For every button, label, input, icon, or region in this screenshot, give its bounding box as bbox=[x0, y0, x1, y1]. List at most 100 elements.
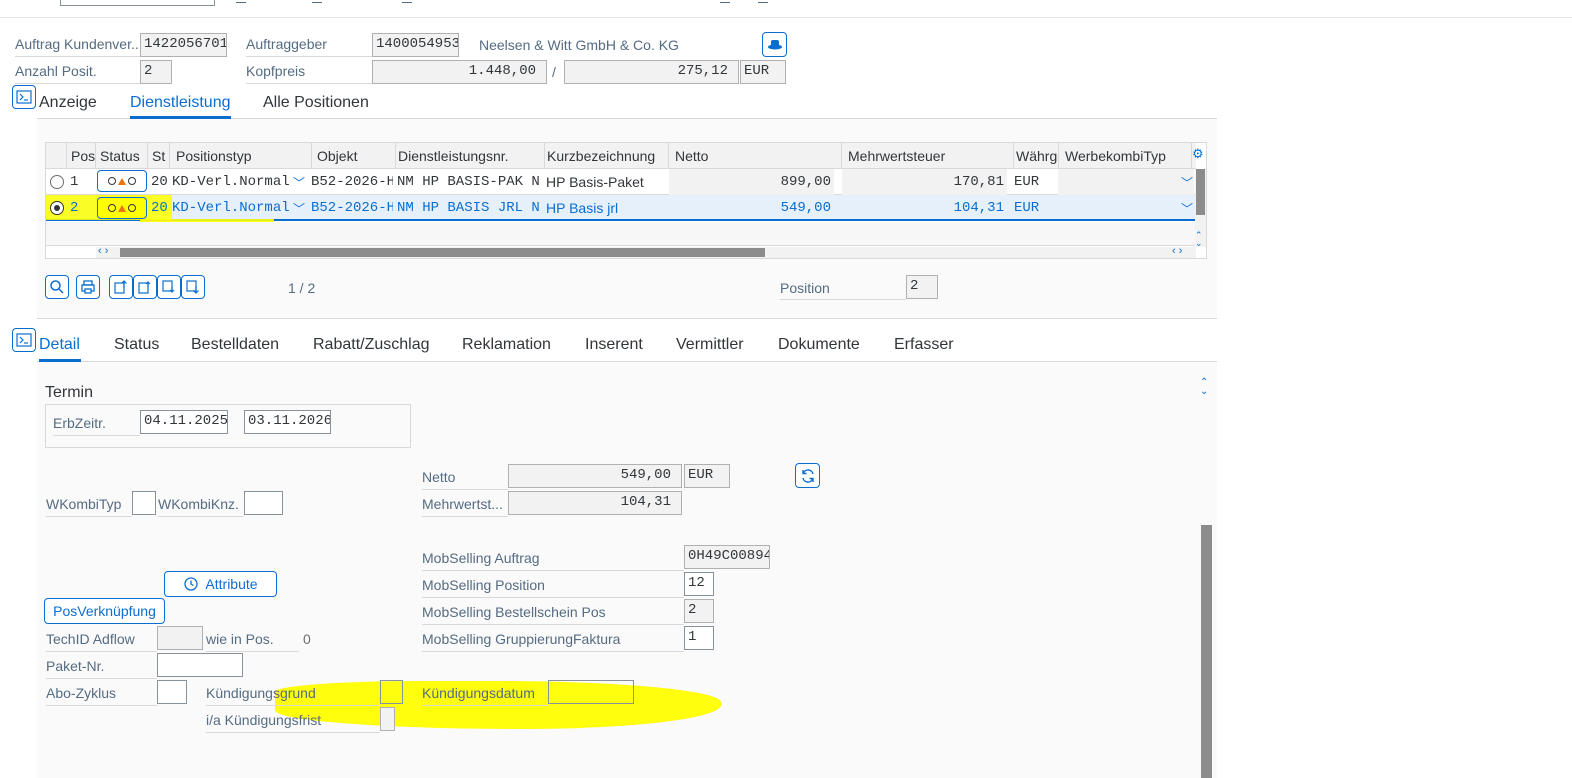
erbzeitr-to-field[interactable]: 03.11.2026 bbox=[244, 410, 331, 434]
page-indicator: 1 / 2 bbox=[288, 280, 316, 296]
tab-dienstleistung[interactable]: Dienstleistung bbox=[130, 94, 231, 112]
mob-bestell-field[interactable]: 2 bbox=[684, 599, 714, 623]
tab-reklamation[interactable]: Reklamation bbox=[462, 336, 551, 354]
chevron-down-icon[interactable]: ﹀ bbox=[1181, 174, 1193, 191]
scrollbar-thumb[interactable] bbox=[120, 248, 765, 257]
abo-field[interactable] bbox=[157, 680, 187, 704]
horizontal-scrollbar[interactable]: ‹ › ‹ › bbox=[96, 245, 1196, 258]
kuendigungsgrund-label: Kündigungsgrund bbox=[206, 685, 380, 706]
detail-scrollbar[interactable] bbox=[1201, 525, 1212, 778]
tab-detail[interactable]: Detail bbox=[39, 336, 80, 354]
col-dienstleistungsnr[interactable]: Dienstleistungsnr. bbox=[394, 143, 545, 169]
vertical-scrollbar[interactable]: ⌃ ⌄ bbox=[1195, 169, 1206, 248]
toolbar-icon[interactable] bbox=[402, 0, 412, 3]
print-button[interactable] bbox=[76, 275, 100, 299]
row2-mwst: 104,31 bbox=[953, 200, 1004, 216]
tab-status[interactable]: Status bbox=[114, 336, 159, 354]
col-kurzbezeichnung[interactable]: Kurzbezeichnung bbox=[543, 143, 669, 169]
tab-erfasser[interactable]: Erfasser bbox=[894, 336, 954, 354]
status-icon-button[interactable] bbox=[97, 170, 147, 192]
row2-positionstyp[interactable]: KD-Verl.Normal bbox=[169, 195, 294, 221]
wkombiknz-field[interactable] bbox=[244, 491, 283, 515]
person-hat-icon bbox=[767, 39, 782, 49]
command-field[interactable] bbox=[60, 0, 215, 6]
col-netto[interactable]: Netto bbox=[671, 143, 842, 169]
techid-field[interactable] bbox=[157, 626, 203, 650]
auftraggeber-field[interactable]: 1400054953 bbox=[372, 33, 459, 57]
mwst-field[interactable]: 104,31 bbox=[508, 491, 682, 515]
col-mehrwertsteuer[interactable]: Mehrwertsteuer bbox=[844, 143, 1014, 169]
netto-currency-field[interactable]: EUR bbox=[684, 464, 730, 488]
row2-netto: 549,00 bbox=[780, 200, 831, 216]
row1-positionstyp[interactable]: KD-Verl.Normal bbox=[169, 169, 294, 195]
netto-field[interactable]: 549,00 bbox=[508, 464, 682, 488]
kuendigungsdatum-field[interactable] bbox=[548, 680, 634, 704]
col-positionstyp[interactable]: Positionstyp bbox=[172, 143, 312, 169]
magnifier-icon bbox=[50, 280, 64, 294]
scroll-left-icon[interactable]: ‹ › bbox=[98, 245, 108, 257]
tab-dokumente[interactable]: Dokumente bbox=[778, 336, 860, 354]
status-icon-button[interactable] bbox=[97, 197, 147, 219]
page-first-icon bbox=[114, 280, 127, 294]
paket-field[interactable] bbox=[157, 653, 243, 677]
scroll-right-icon[interactable]: ‹ › bbox=[1172, 245, 1182, 257]
posverknuepfung-button[interactable]: PosVerknüpfung bbox=[44, 598, 165, 624]
currency-field[interactable]: EUR bbox=[740, 60, 786, 84]
last-page-button[interactable] bbox=[181, 275, 205, 299]
col-status[interactable]: Status bbox=[96, 143, 148, 169]
mob-gruppierung-label: MobSelling GruppierungFaktura bbox=[422, 631, 684, 652]
kuendigungsgrund-field[interactable] bbox=[380, 680, 403, 704]
tab-inserent[interactable]: Inserent bbox=[585, 336, 643, 354]
collapse-section-icon[interactable] bbox=[12, 85, 36, 109]
toolbar-icon[interactable] bbox=[312, 0, 322, 3]
row-radio[interactable] bbox=[50, 175, 64, 189]
toolbar-icon[interactable] bbox=[236, 0, 246, 3]
row1-werbekombityp[interactable] bbox=[1058, 169, 1194, 195]
refresh-button[interactable] bbox=[795, 463, 820, 488]
scrollbar-thumb[interactable] bbox=[1196, 169, 1205, 215]
erbzeitr-from-field[interactable]: 04.11.2025 bbox=[140, 410, 228, 434]
status-warning-icon bbox=[118, 177, 126, 185]
tab-bestelldaten[interactable]: Bestelldaten bbox=[191, 336, 279, 354]
partner-icon-button[interactable] bbox=[762, 32, 787, 57]
previous-page-button[interactable] bbox=[133, 275, 157, 299]
wkombiknz-label: WKombiKnz. bbox=[158, 496, 244, 517]
anzahl-field[interactable]: 2 bbox=[140, 60, 172, 84]
refresh-icon bbox=[801, 468, 814, 483]
position-field[interactable]: 2 bbox=[906, 275, 938, 299]
chevron-down-icon[interactable]: ﹀ bbox=[1181, 200, 1193, 217]
toolbar-icon[interactable] bbox=[720, 0, 730, 3]
tab-anzeige[interactable]: Anzeige bbox=[39, 94, 97, 112]
collapse-detail-icon[interactable] bbox=[12, 328, 36, 352]
col-pos[interactable]: Pos bbox=[67, 143, 96, 169]
first-page-button[interactable] bbox=[109, 275, 133, 299]
kuendigungsfrist-field[interactable] bbox=[380, 707, 395, 731]
tab-vermittler[interactable]: Vermittler bbox=[676, 336, 744, 354]
chevron-down-icon[interactable]: ﹀ bbox=[293, 174, 305, 191]
row2-werbekombityp[interactable] bbox=[1058, 195, 1194, 221]
kopfpreis-field-2[interactable]: 275,12 bbox=[564, 60, 739, 84]
kopfpreis-field[interactable]: 1.448,00 bbox=[372, 60, 547, 84]
col-waehrg[interactable]: Währg bbox=[1012, 143, 1059, 169]
mob-auftrag-field[interactable]: 0H49C00894 bbox=[684, 545, 770, 569]
wkombityp-field[interactable] bbox=[132, 491, 156, 515]
col-objekt[interactable]: Objekt bbox=[313, 143, 396, 169]
attribute-button[interactable]: Attribute bbox=[164, 571, 277, 597]
row-radio-selected-dot[interactable] bbox=[50, 201, 64, 215]
tab-alle-positionen[interactable]: Alle Positionen bbox=[263, 94, 369, 112]
col-werbekombityp[interactable]: WerbekombiTyp bbox=[1061, 143, 1192, 169]
chevron-down-icon[interactable]: ﹀ bbox=[293, 200, 305, 217]
col-st[interactable]: St bbox=[148, 143, 170, 169]
mob-gruppierung-field[interactable]: 1 bbox=[684, 626, 714, 650]
scroll-up-icon[interactable]: ⌃ ⌄ bbox=[1195, 231, 1203, 248]
toolbar-icon[interactable] bbox=[758, 0, 768, 3]
row2-kurz: HP Basis jrl bbox=[546, 200, 619, 216]
mob-position-field[interactable]: 12 bbox=[684, 572, 714, 596]
expand-collapse-icon[interactable]: ⌃ ⌄ bbox=[1200, 378, 1208, 397]
tab-rabatt-zuschlag[interactable]: Rabatt/Zuschlag bbox=[313, 336, 430, 354]
auftrag-field[interactable]: 1422056701 bbox=[140, 33, 227, 57]
table-settings-icon[interactable]: ⚙ bbox=[1192, 147, 1206, 161]
next-page-button[interactable] bbox=[157, 275, 181, 299]
row2-pos: 2 bbox=[70, 200, 79, 216]
zoom-details-button[interactable] bbox=[45, 275, 69, 299]
